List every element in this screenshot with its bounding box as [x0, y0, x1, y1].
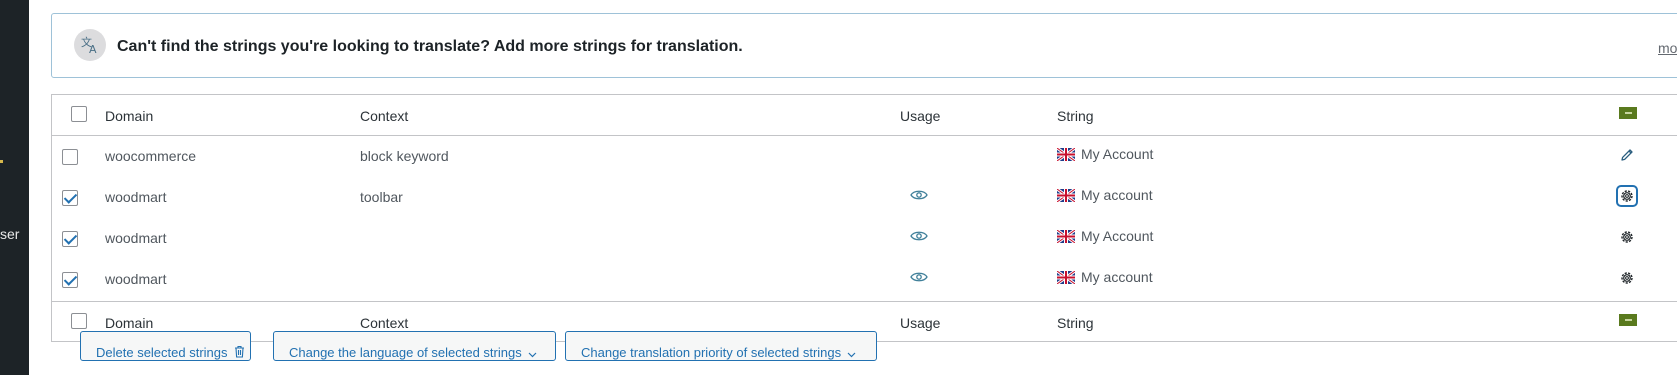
- uk-flag-icon: [1057, 230, 1075, 243]
- change-language-button[interactable]: Change the language of selected strings: [273, 331, 556, 361]
- change-priority-label: Change translation priority of selected …: [581, 345, 842, 360]
- strings-table: Domain Context Usage String woocommerce …: [51, 94, 1677, 342]
- row-context: toolbar: [360, 189, 403, 205]
- row-domain: woocommerce: [105, 148, 197, 164]
- string-text: My Account: [1081, 228, 1154, 244]
- row-domain: woodmart: [105, 271, 167, 287]
- gear-icon[interactable]: [1619, 270, 1635, 286]
- string-text: My account: [1081, 187, 1153, 203]
- table-row: woodmart toolbar My account: [52, 177, 1677, 218]
- delete-selected-button[interactable]: Delete selected strings: [80, 331, 251, 361]
- column-context[interactable]: Context: [360, 108, 408, 124]
- delete-selected-label: Delete selected strings: [96, 345, 228, 360]
- translate-icon: 文 A: [74, 29, 106, 61]
- chevron-down-icon: [528, 352, 537, 358]
- table-header: Domain Context Usage String: [52, 95, 1677, 136]
- language-flag-icon: [1619, 314, 1637, 326]
- uk-flag-icon: [1057, 148, 1075, 161]
- row-checkbox[interactable]: [62, 190, 78, 206]
- column-context[interactable]: Context: [360, 315, 408, 331]
- sidebar-item-label[interactable]: ser: [0, 226, 19, 242]
- column-string[interactable]: String: [1057, 108, 1094, 124]
- add-strings-notice: 文 A Can't find the strings you're lookin…: [51, 13, 1677, 78]
- row-context: block keyword: [360, 148, 449, 164]
- eye-icon[interactable]: [910, 271, 928, 283]
- trash-icon: [234, 345, 244, 358]
- notice-message: Can't find the strings you're looking to…: [117, 38, 743, 55]
- gear-icon[interactable]: [1619, 229, 1635, 245]
- column-domain[interactable]: Domain: [105, 108, 153, 124]
- more-options-link[interactable]: more o: [1658, 40, 1677, 56]
- column-usage: Usage: [900, 315, 941, 331]
- column-string[interactable]: String: [1057, 315, 1094, 331]
- column-domain[interactable]: Domain: [105, 315, 153, 331]
- row-domain: woodmart: [105, 230, 167, 246]
- language-flag-icon: [1619, 107, 1637, 119]
- row-checkbox[interactable]: [62, 231, 78, 247]
- change-priority-button[interactable]: Change translation priority of selected …: [565, 331, 877, 361]
- change-language-label: Change the language of selected strings: [289, 345, 522, 360]
- main-content: 文 A Can't find the strings you're lookin…: [29, 0, 1677, 375]
- eye-icon[interactable]: [910, 230, 928, 242]
- row-checkbox[interactable]: [62, 272, 78, 288]
- string-text: My account: [1081, 269, 1153, 285]
- pencil-icon[interactable]: [1619, 147, 1635, 163]
- row-checkbox[interactable]: [62, 149, 78, 165]
- select-all-checkbox[interactable]: [71, 313, 87, 329]
- row-domain: woodmart: [105, 189, 167, 205]
- svg-text:A: A: [89, 43, 97, 55]
- table-row: woodmart My Account: [52, 218, 1677, 259]
- table-row: woocommerce block keyword My Account: [52, 136, 1677, 177]
- chevron-down-icon: [847, 352, 856, 358]
- sidebar-indicator: [0, 160, 3, 163]
- string-text: My Account: [1081, 146, 1154, 162]
- uk-flag-icon: [1057, 189, 1075, 202]
- uk-flag-icon: [1057, 271, 1075, 284]
- column-usage: Usage: [900, 108, 941, 124]
- gear-icon[interactable]: [1616, 185, 1638, 207]
- select-all-checkbox[interactable]: [71, 106, 87, 122]
- table-row: woodmart My account: [52, 259, 1677, 300]
- eye-icon[interactable]: [910, 189, 928, 201]
- admin-sidebar: ser: [0, 0, 29, 375]
